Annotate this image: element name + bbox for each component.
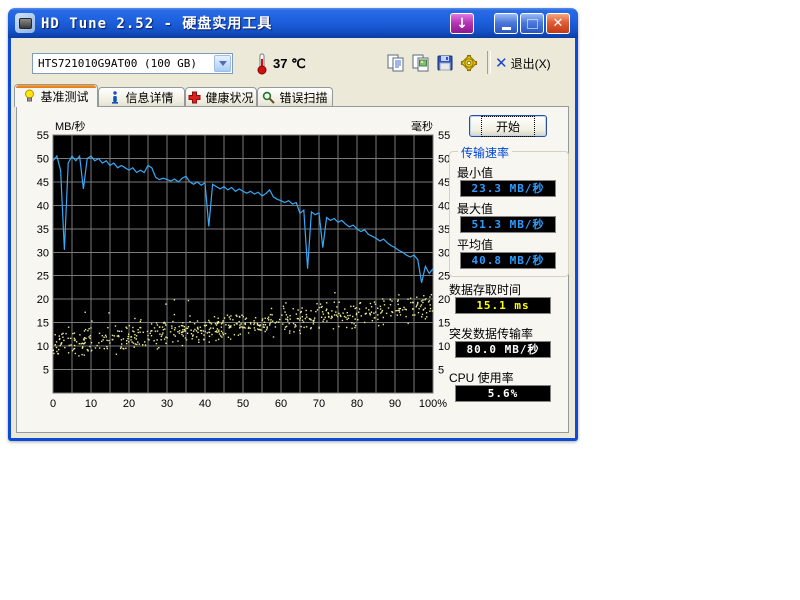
health-cross-icon (188, 91, 201, 104)
avg-value-display: 40.8 MB/秒 (460, 252, 556, 269)
info-icon (109, 91, 121, 104)
min-label: 最小值 (457, 164, 493, 181)
maximize-button[interactable] (520, 13, 544, 34)
svg-text:40: 40 (199, 398, 211, 410)
svg-text:30: 30 (37, 247, 49, 259)
drive-select[interactable]: HTS721010G9AT00 (100 GB) (32, 53, 233, 74)
svg-text:15: 15 (37, 318, 49, 330)
svg-text:60: 60 (275, 398, 287, 410)
chevron-down-icon (219, 61, 227, 66)
svg-text:50: 50 (37, 153, 49, 165)
svg-text:MB/秒: MB/秒 (55, 121, 86, 133)
options-gear-icon (460, 54, 478, 72)
svg-text:30: 30 (161, 398, 173, 410)
svg-text:10: 10 (85, 398, 97, 410)
svg-text:0: 0 (50, 398, 56, 410)
tab-label: 错误扫描 (279, 89, 327, 106)
svg-text:55: 55 (438, 130, 450, 142)
toolbar-separator (487, 51, 491, 74)
svg-text:55: 55 (37, 130, 49, 142)
burst-rate-display: 80.0 MB/秒 (455, 341, 551, 358)
magnifier-icon (262, 91, 275, 104)
tab-benchmark[interactable]: 基准测试 (14, 84, 98, 107)
transfer-rate-group: 传输速率 最小值 23.3 MB/秒 最大值 51.3 MB/秒 平均值 40.… (449, 151, 569, 277)
tab-label: 健康状况 (205, 89, 253, 106)
start-button[interactable]: 开始 (469, 115, 547, 137)
tab-info[interactable]: 信息详情 (98, 87, 185, 107)
client-area: HTS721010G9AT00 (100 GB) 37 ℃ (11, 38, 575, 438)
exit-x-icon: ✕ (495, 54, 508, 72)
svg-text:10: 10 (37, 341, 49, 353)
exit-label: 退出(X) (511, 55, 551, 72)
drive-select-dropdown-button[interactable] (214, 55, 231, 72)
start-button-label: 开始 (481, 116, 535, 137)
thermometer-icon (255, 52, 269, 78)
avg-label: 平均值 (457, 236, 493, 253)
svg-text:50: 50 (237, 398, 249, 410)
tab-label: 基准测试 (40, 88, 88, 105)
cpu-usage-display: 5.6% (455, 385, 551, 402)
copy-image-icon (412, 54, 430, 72)
svg-text:40: 40 (37, 200, 49, 212)
access-time-display: 15.1 ms (455, 297, 551, 314)
max-value-display: 51.3 MB/秒 (460, 216, 556, 233)
svg-text:35: 35 (37, 224, 49, 236)
minimize-icon (502, 27, 511, 30)
benchmark-panel: 5510101515202025253030353540404545505055… (16, 106, 569, 433)
svg-text:20: 20 (37, 294, 49, 306)
app-window: HD Tune 2.52 - 硬盘实用工具 ↓ ✕ HTS721010G9AT0… (8, 8, 578, 441)
close-button[interactable]: ✕ (546, 13, 570, 34)
svg-text:5: 5 (43, 365, 49, 377)
benchmark-chart: 5510101515202025253030353540404545505055… (32, 121, 464, 413)
cpu-usage-label: CPU 使用率 (449, 369, 514, 386)
svg-text:70: 70 (313, 398, 325, 410)
svg-text:45: 45 (37, 177, 49, 189)
svg-text:20: 20 (123, 398, 135, 410)
tab-label: 信息详情 (125, 89, 173, 106)
svg-text:5: 5 (438, 365, 444, 377)
bulb-icon (23, 89, 36, 103)
app-icon (15, 13, 35, 33)
tab-health[interactable]: 健康状况 (185, 87, 257, 107)
burst-rate-label: 突发数据传输率 (449, 325, 533, 342)
options-button[interactable] (458, 52, 479, 73)
update-arrow-button[interactable]: ↓ (450, 13, 474, 34)
copy-text-icon (387, 54, 405, 72)
max-label: 最大值 (457, 200, 493, 217)
svg-text:90: 90 (389, 398, 401, 410)
transfer-rate-group-title: 传输速率 (458, 144, 512, 161)
svg-text:100%: 100% (419, 398, 447, 410)
save-button[interactable] (434, 52, 455, 73)
svg-text:毫秒: 毫秒 (411, 121, 433, 133)
exit-button[interactable]: ✕ 退出(X) (495, 53, 551, 73)
save-icon (436, 54, 454, 72)
maximize-icon (527, 19, 538, 29)
tab-error-scan[interactable]: 错误扫描 (257, 87, 333, 107)
title-bar[interactable]: HD Tune 2.52 - 硬盘实用工具 ↓ ✕ (8, 8, 578, 38)
svg-text:80: 80 (351, 398, 363, 410)
access-time-label: 数据存取时间 (449, 281, 521, 298)
svg-text:10: 10 (438, 341, 450, 353)
drive-select-value: HTS721010G9AT00 (100 GB) (38, 57, 197, 70)
min-value-display: 23.3 MB/秒 (460, 180, 556, 197)
svg-text:25: 25 (37, 271, 49, 283)
temperature-value: 37 ℃ (273, 56, 306, 72)
window-title: HD Tune 2.52 - 硬盘实用工具 (41, 13, 272, 33)
copy-text-button[interactable] (385, 52, 406, 73)
caption-buttons: ↓ ✕ (448, 13, 570, 34)
minimize-button[interactable] (494, 13, 518, 34)
copy-image-button[interactable] (410, 52, 431, 73)
